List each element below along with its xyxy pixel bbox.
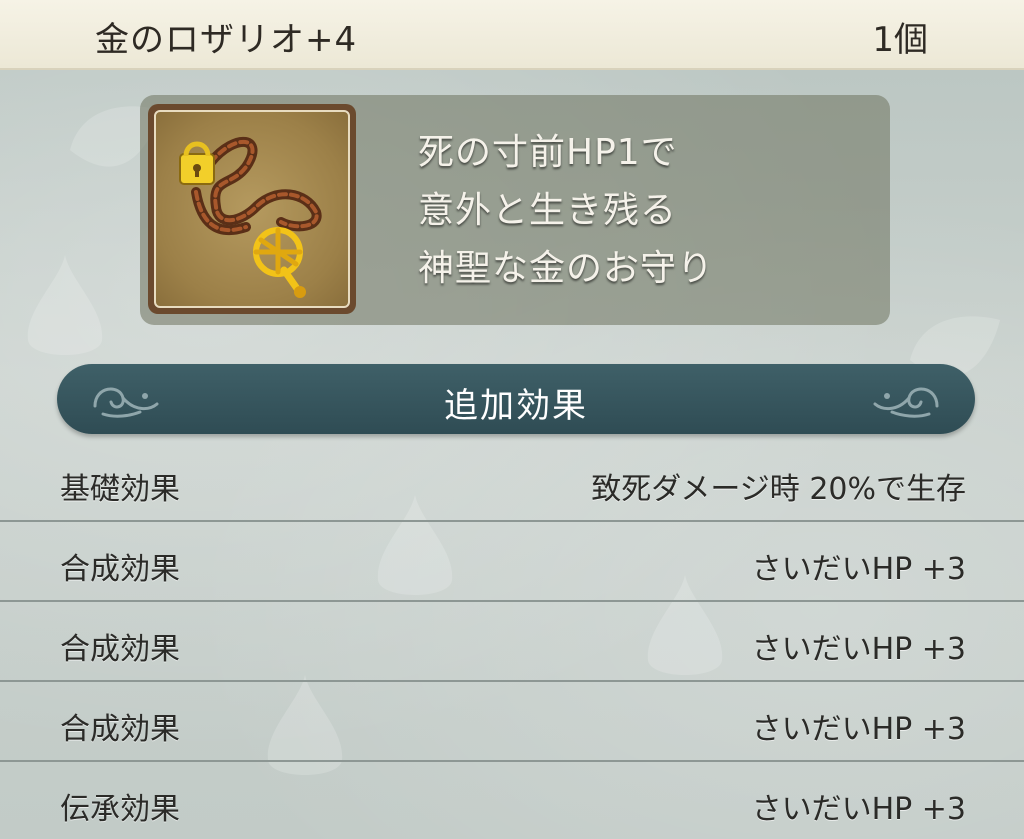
effect-value: さいだいHP +3 — [751, 632, 966, 667]
slime-silhouette-icon — [27, 255, 103, 355]
effect-value: 致死ダメージ時 20%で生存 — [591, 472, 966, 507]
description-line: 死の寸前HP1で — [418, 132, 678, 173]
effect-row: 合成効果 さいだいHP +3 — [0, 602, 1024, 682]
effect-label: 合成効果 — [60, 712, 180, 747]
effect-row: 合成効果 さいだいHP +3 — [0, 522, 1024, 602]
description-line: 意外と生き残る — [418, 190, 678, 231]
effect-row: 伝承効果 さいだいHP +3 — [0, 762, 1024, 839]
item-description: 死の寸前HP1で 意外と生き残る 神聖な金のお守り — [418, 124, 714, 298]
effect-label: 合成効果 — [60, 552, 180, 587]
description-line: 神聖な金のお守り — [418, 248, 715, 289]
effect-row: 基礎効果 致死ダメージ時 20%で生存 — [0, 442, 1024, 522]
item-header: 金のロザリオ+4 1個 — [0, 0, 1024, 70]
effect-label: 合成効果 — [60, 632, 180, 667]
additional-effects-banner: 追加効果 — [57, 364, 975, 434]
effect-row: 合成効果 さいだいHP +3 — [0, 682, 1024, 762]
item-icon-frame — [148, 104, 356, 314]
effect-label: 伝承効果 — [60, 792, 180, 827]
effect-value: さいだいHP +3 — [751, 792, 966, 827]
item-name: 金のロザリオ+4 — [95, 20, 358, 60]
effect-value: さいだいHP +3 — [751, 712, 966, 747]
effect-label: 基礎効果 — [60, 472, 180, 507]
section-title: 追加効果 — [444, 386, 588, 426]
item-count: 1個 — [872, 20, 928, 60]
gold-rosary-icon — [179, 136, 322, 298]
flourish-right-icon — [873, 387, 939, 418]
effect-value: さいだいHP +3 — [751, 552, 966, 587]
